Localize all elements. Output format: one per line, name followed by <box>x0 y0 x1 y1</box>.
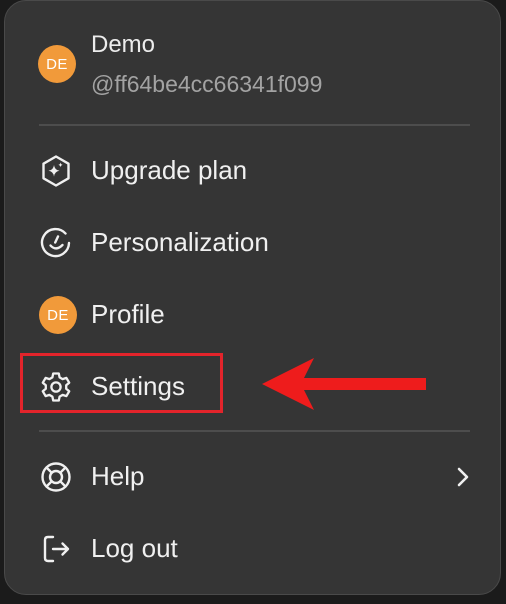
menu-item-label: Help <box>91 461 145 491</box>
sparkle-hexagon-icon <box>39 154 73 188</box>
menu-divider-top <box>39 124 470 126</box>
settings-highlight-box <box>20 353 223 413</box>
logout-icon <box>39 532 73 566</box>
chevron-right-icon <box>453 462 473 492</box>
user-name: Demo <box>91 31 156 58</box>
personalization-icon <box>39 226 73 260</box>
menu-item-label: Upgrade plan <box>91 155 248 185</box>
menu-item-personalization[interactable]: Personalization <box>25 214 485 270</box>
pointer-arrow-icon <box>262 358 426 410</box>
user-avatar-initials: DE <box>46 55 68 73</box>
profile-avatar-initials: DE <box>47 306 69 324</box>
user-handle: @ff64be4cc66341f099 <box>91 71 323 97</box>
menu-item-help[interactable]: Help <box>25 448 485 504</box>
account-menu: DE Demo @ff64be4cc66341f099 Upgrade plan… <box>4 0 501 595</box>
profile-avatar: DE <box>39 296 77 334</box>
menu-item-label: Profile <box>91 299 165 329</box>
menu-divider-bottom <box>39 430 470 432</box>
menu-item-label: Personalization <box>91 227 269 257</box>
user-avatar: DE <box>38 45 76 83</box>
lifebuoy-icon <box>39 460 73 494</box>
menu-item-upgrade-plan[interactable]: Upgrade plan <box>25 142 485 198</box>
menu-item-label: Log out <box>91 533 178 563</box>
menu-item-profile[interactable]: DE Profile <box>25 286 485 342</box>
menu-item-logout[interactable]: Log out <box>25 520 485 576</box>
